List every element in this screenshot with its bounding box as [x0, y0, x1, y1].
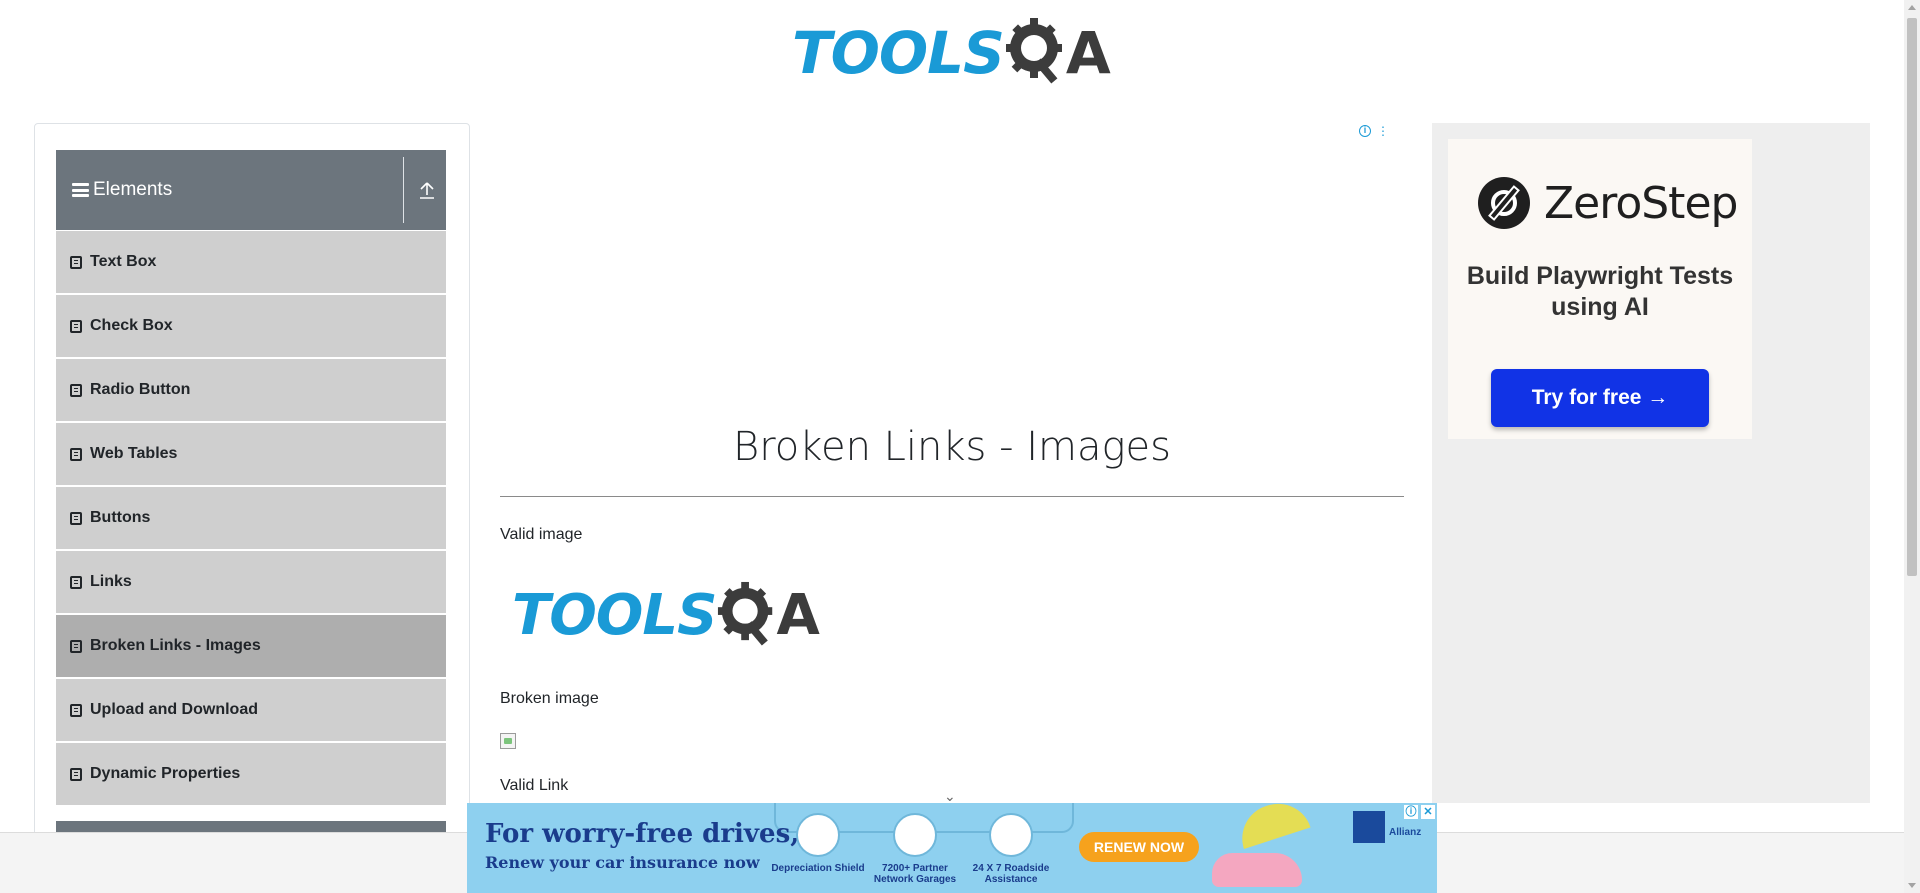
scrollbar-thumb[interactable] — [1907, 18, 1917, 576]
document-icon — [70, 639, 82, 653]
valid-image: TOOLS A — [512, 578, 820, 653]
document-icon — [70, 383, 82, 397]
ad-headline: For worry-free drives, — [485, 819, 800, 849]
sidebar-item-label: Upload and Download — [90, 701, 258, 718]
feature-roadside-assistance: 24 X 7 Roadside Assistance — [961, 813, 1061, 885]
zerostep-ad-tile[interactable]: ZeroStep Build Playwright Tests using AI… — [1448, 139, 1752, 439]
sidebar-item-label: Radio Button — [90, 381, 191, 398]
sidebar-item-label: Links — [90, 573, 132, 590]
sidebar-item-label: Dynamic Properties — [90, 765, 241, 782]
elements-menu: Text Box Check Box Radio Button Web Tabl… — [56, 230, 446, 806]
document-icon — [70, 767, 82, 781]
page-title: Broken Links - Images — [733, 424, 1171, 470]
ad-info-icon[interactable]: ⓘ — [1404, 805, 1418, 819]
toolsqa-logo[interactable]: TOOLS A — [792, 14, 1111, 91]
sidebar-item-check-box[interactable]: Check Box — [56, 294, 446, 358]
ad-close-controls[interactable]: ⓘ ✕ — [1404, 805, 1435, 819]
zerostep-logo-icon — [1478, 177, 1530, 229]
feature-partner-garages: 7200+ Partner Network Garages — [865, 813, 965, 885]
feature-depreciation-shield: Depreciation Shield — [768, 813, 868, 874]
tow-truck-icon — [989, 813, 1033, 857]
document-icon — [70, 703, 82, 717]
gear-magnifier-icon — [716, 578, 780, 653]
sidebar-item-label: Buttons — [90, 509, 151, 526]
logo-text-a: A — [776, 582, 820, 648]
page: TOOLS A Elements Text Box Check Box Radi… — [0, 0, 1920, 893]
feature-label: Depreciation Shield — [771, 863, 865, 874]
zerostep-tagline: Build Playwright Tests using AI — [1466, 262, 1734, 321]
collapse-arrow-icon[interactable] — [418, 180, 438, 202]
bajaj-logo — [1353, 811, 1385, 843]
document-icon — [70, 511, 82, 525]
try-for-free-button[interactable]: Try for free → — [1491, 369, 1709, 427]
info-icon[interactable]: i — [1359, 125, 1371, 137]
sidebar-item-label: Text Box — [90, 253, 157, 270]
document-icon — [70, 319, 82, 333]
group-title: Elements — [93, 179, 173, 200]
sidebar-item-text-box[interactable]: Text Box — [56, 230, 446, 294]
feature-label: 24 X 7 Roadside Assistance — [972, 863, 1050, 885]
sidebar-item-links[interactable]: Links — [56, 550, 446, 614]
zerostep-logo: ZeroStep — [1478, 177, 1738, 229]
close-icon[interactable]: ✕ — [1421, 805, 1435, 819]
valid-link-label: Valid Link — [500, 777, 569, 794]
header-divider — [403, 157, 404, 223]
sidebar-item-label: Web Tables — [90, 445, 178, 462]
vertical-scrollbar[interactable] — [1904, 0, 1920, 893]
ad-choices[interactable]: i ⋮ — [1359, 124, 1389, 138]
sidebar-item-upload-and-download[interactable]: Upload and Download — [56, 678, 446, 742]
zerostep-brand: ZeroStep — [1544, 177, 1738, 229]
shield-car-icon — [796, 813, 840, 857]
ad-subline: Renew your car insurance now — [485, 853, 760, 872]
elements-group-header[interactable]: Elements — [56, 150, 446, 230]
right-ad[interactable]: ZeroStep Build Playwright Tests using AI… — [1432, 123, 1870, 803]
feature-label: 7200+ Partner Network Garages — [873, 863, 957, 885]
sidebar-item-label: Check Box — [90, 317, 173, 334]
document-icon — [70, 575, 82, 589]
sponsor-name: Allianz — [1389, 827, 1422, 838]
sidebar-item-broken-links-images[interactable]: Broken Links - Images — [56, 614, 446, 678]
logo-text-a: A — [1065, 18, 1111, 87]
car-illustration — [1212, 853, 1302, 887]
logo-text-tools: TOOLS — [512, 582, 717, 648]
sidebar: Elements Text Box Check Box Radio Button… — [34, 123, 470, 893]
gear-magnifier-icon — [1004, 14, 1070, 91]
scroll-up-arrow-icon[interactable] — [1908, 5, 1916, 10]
renew-now-button[interactable]: RENEW NOW — [1079, 832, 1199, 862]
more-options-icon[interactable]: ⋮ — [1377, 124, 1389, 138]
title-divider — [500, 496, 1404, 497]
bottom-ad[interactable]: For worry-free drives, Renew your car in… — [467, 803, 1437, 893]
broken-image-label: Broken image — [500, 690, 599, 707]
sidebar-item-radio-button[interactable]: Radio Button — [56, 358, 446, 422]
chevron-down-icon[interactable]: ⌄ — [944, 788, 956, 805]
broken-image-icon — [500, 733, 516, 749]
umbrella-illustration — [1233, 803, 1311, 849]
sidebar-item-buttons[interactable]: Buttons — [56, 486, 446, 550]
sidebar-item-web-tables[interactable]: Web Tables — [56, 422, 446, 486]
scroll-down-arrow-icon[interactable] — [1908, 883, 1916, 888]
sidebar-item-label: Broken Links - Images — [90, 637, 261, 654]
document-icon — [70, 447, 82, 461]
logo-text-tools: TOOLS — [792, 18, 1005, 87]
sidebar-item-dynamic-properties[interactable]: Dynamic Properties — [56, 742, 446, 806]
valid-image-label: Valid image — [500, 526, 583, 543]
garage-icon — [893, 813, 937, 857]
document-icon — [70, 255, 82, 269]
hamburger-icon — [72, 183, 89, 197]
